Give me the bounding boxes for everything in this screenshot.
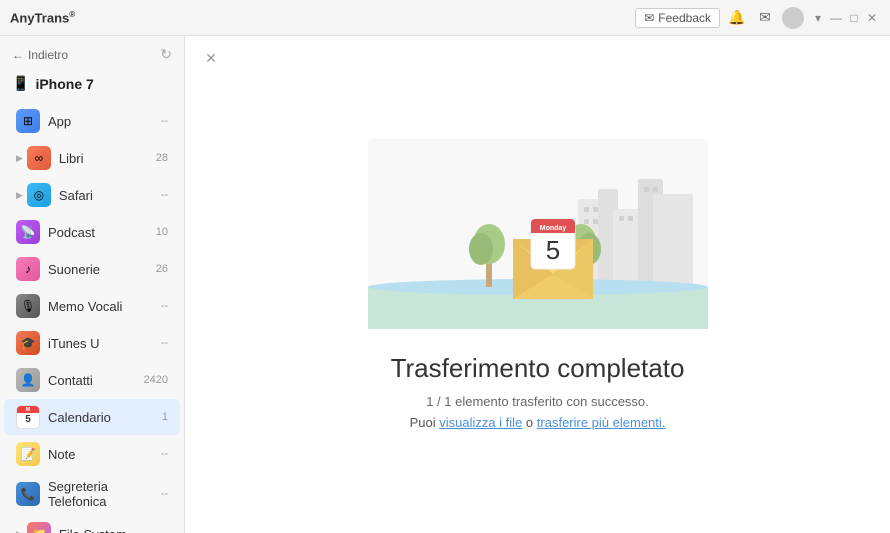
success-container: Monday 5 Trasferimento completato 1 / 1 … (348, 119, 728, 450)
back-button[interactable]: ← Indietro (12, 48, 68, 62)
maximize-button[interactable]: □ (846, 10, 862, 26)
mail-icon: ✉ (644, 11, 654, 25)
sidebar-item-label: iTunes U (48, 336, 161, 351)
filesystem-icon: 📁 (27, 522, 51, 533)
view-files-link[interactable]: visualizza i file (439, 415, 522, 430)
svg-text:Monday: Monday (539, 225, 566, 232)
sidebar-items-container: ⊞ App -- ▶ ∞ Libri 28 ▶ ◎ Safari -- 📡 Po… (0, 102, 184, 533)
mail-button[interactable]: ✉ (754, 7, 776, 29)
refresh-button[interactable]: ↻ (160, 46, 172, 63)
calendar-icon: M 5 (16, 405, 40, 429)
sidebar-item-filesystem[interactable]: ▶ 📁 File System -- (4, 516, 180, 533)
sidebar-item-count: -- (161, 115, 168, 127)
title-bar-left: AnyTrans® (10, 10, 75, 25)
sidebar-item-label: Libri (59, 151, 156, 166)
sidebar-item-count: -- (161, 528, 168, 533)
chevron-down-button[interactable]: ▾ (810, 10, 826, 26)
sidebar-item-count: 26 (156, 263, 168, 275)
back-arrow-icon: ← (12, 48, 24, 62)
avatar[interactable] (782, 7, 804, 29)
sidebar-item-count: 2420 (144, 374, 168, 386)
device-icon: 📱 (12, 75, 29, 92)
sidebar-item-label: Note (48, 447, 161, 462)
title-bar: AnyTrans® ✉ Feedback 🔔 ✉ ▾ — □ ✕ (0, 0, 890, 36)
app-icon: ⊞ (16, 109, 40, 133)
contatti-icon: 👤 (16, 368, 40, 392)
sidebar-item-label: Suonerie (48, 262, 156, 277)
sidebar-item-calendario[interactable]: M 5 Calendario 1 (4, 399, 180, 435)
sidebar-item-itunes[interactable]: 🎓 iTunes U -- (4, 325, 180, 361)
sidebar-item-count: -- (161, 300, 168, 312)
close-button[interactable]: ✕ (864, 10, 880, 26)
close-dialog-button[interactable]: ✕ (201, 48, 221, 68)
content-area: ✕ (185, 36, 890, 533)
sidebar-item-label: Safari (59, 188, 161, 203)
sidebar-header: ← Indietro ↻ (0, 36, 184, 71)
sidebar-item-segreteria[interactable]: 📞 Segreteria Telefonica -- (4, 473, 180, 515)
libri-icon: ∞ (27, 146, 51, 170)
device-name: 📱 iPhone 7 (0, 71, 184, 102)
success-subtitle: 1 / 1 elemento trasferito con successo. (426, 394, 649, 409)
sidebar-item-count: 1 (162, 411, 168, 423)
suonerie-icon: ♪ (16, 257, 40, 281)
sidebar-item-count: 10 (156, 226, 168, 238)
sidebar-item-note[interactable]: 📝 Note -- (4, 436, 180, 472)
sidebar-item-suonerie[interactable]: ♪ Suonerie 26 (4, 251, 180, 287)
sidebar-item-count: 28 (156, 152, 168, 164)
itunes-icon: 🎓 (16, 331, 40, 355)
sidebar-item-safari[interactable]: ▶ ◎ Safari -- (4, 177, 180, 213)
sidebar-item-label: File System (59, 527, 161, 533)
expand-arrow-icon: ▶ (16, 190, 23, 201)
sidebar-item-label: App (48, 114, 161, 129)
sidebar-item-libri[interactable]: ▶ ∞ Libri 28 (4, 140, 180, 176)
sidebar-item-app[interactable]: ⊞ App -- (4, 103, 180, 139)
memo-icon: 🎙 (16, 294, 40, 318)
title-bar-right: ✉ Feedback 🔔 ✉ ▾ — □ ✕ (635, 7, 880, 29)
sidebar-item-contatti[interactable]: 👤 Contatti 2420 (4, 362, 180, 398)
sidebar-item-count: -- (161, 488, 168, 500)
sidebar: ← Indietro ↻ 📱 iPhone 7 ⊞ App -- ▶ ∞ Lib… (0, 36, 185, 533)
bell-button[interactable]: 🔔 (726, 7, 748, 29)
expand-arrow-icon: ▶ (16, 529, 23, 533)
feedback-button[interactable]: ✉ Feedback (635, 8, 720, 28)
sidebar-item-label: Contatti (48, 373, 144, 388)
sidebar-item-label: Segreteria Telefonica (48, 479, 161, 509)
sidebar-item-memo[interactable]: 🎙 Memo Vocali -- (4, 288, 180, 324)
note-icon: 📝 (16, 442, 40, 466)
sidebar-item-count: -- (161, 189, 168, 201)
sidebar-item-label: Calendario (48, 410, 162, 425)
success-links: Puoi visualizza i file o trasferire più … (410, 415, 666, 430)
sidebar-item-label: Podcast (48, 225, 156, 240)
sidebar-item-count: -- (161, 448, 168, 460)
success-illustration: Monday 5 (368, 139, 708, 329)
success-title: Trasferimento completato (391, 353, 685, 384)
minimize-button[interactable]: — (828, 10, 844, 26)
svg-text:5: 5 (545, 235, 559, 265)
app-title: AnyTrans® (10, 10, 75, 25)
segreteria-icon: 📞 (16, 482, 40, 506)
sidebar-item-label: Memo Vocali (48, 299, 161, 314)
safari-icon: ◎ (27, 183, 51, 207)
expand-arrow-icon: ▶ (16, 153, 23, 164)
podcast-icon: 📡 (16, 220, 40, 244)
main-layout: ← Indietro ↻ 📱 iPhone 7 ⊞ App -- ▶ ∞ Lib… (0, 36, 890, 533)
transfer-more-link[interactable]: trasferire più elementi. (537, 415, 666, 430)
sidebar-item-podcast[interactable]: 📡 Podcast 10 (4, 214, 180, 250)
sidebar-item-count: -- (161, 337, 168, 349)
window-controls: ▾ — □ ✕ (810, 10, 880, 26)
